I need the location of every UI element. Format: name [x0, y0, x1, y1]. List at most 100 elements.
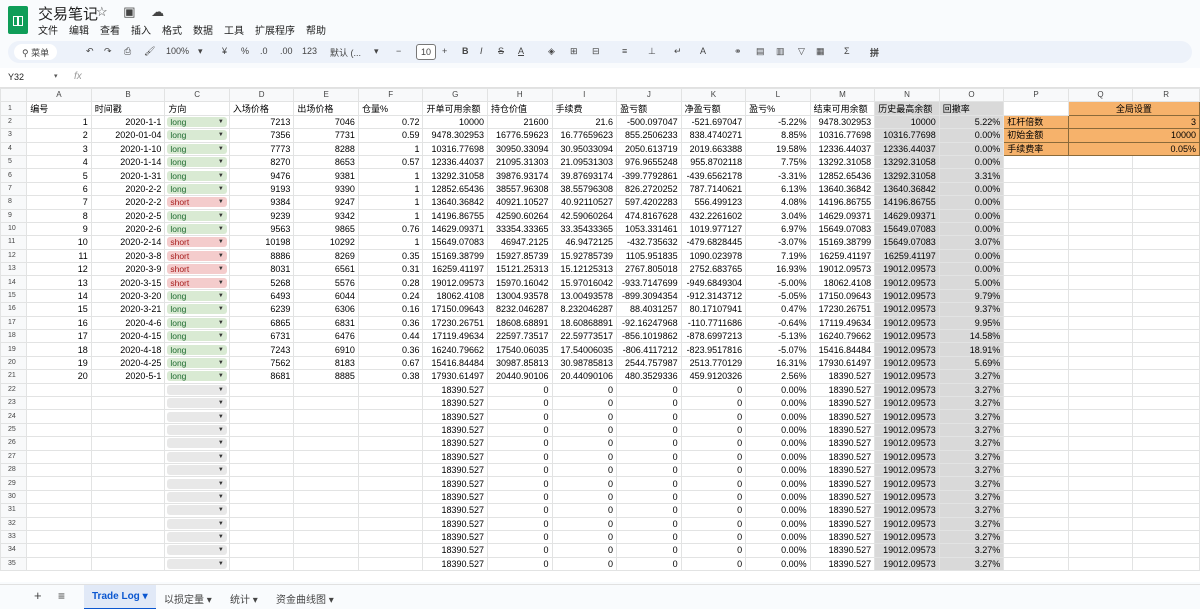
cell[interactable]: short ▼ — [164, 262, 230, 277]
cell[interactable] — [1003, 489, 1069, 505]
cell[interactable]: ▼ — [164, 529, 230, 545]
cell[interactable]: 18390.527 — [809, 436, 876, 451]
cell[interactable] — [1003, 221, 1069, 237]
cell[interactable]: 0.00% — [745, 449, 811, 464]
cell[interactable]: 19012.09573 — [874, 422, 940, 438]
cell[interactable] — [1132, 181, 1200, 197]
cell[interactable]: 0 — [616, 409, 682, 424]
cell[interactable]: 13640.36842 — [874, 181, 940, 197]
cell[interactable]: 9.37% — [938, 302, 1005, 317]
row-header[interactable]: 12 — [0, 248, 28, 264]
header-cell[interactable]: 历史最高余额 — [874, 101, 940, 116]
row-header[interactable]: 16 — [0, 302, 28, 317]
cell[interactable] — [1003, 436, 1069, 451]
dropdown-arrow-icon[interactable]: ▼ — [218, 264, 224, 274]
cell[interactable]: short ▼ — [164, 275, 230, 290]
header-cell[interactable]: 手续费 — [551, 101, 618, 116]
cell[interactable] — [357, 436, 424, 451]
direction-dropdown[interactable]: long ▼ — [167, 331, 227, 342]
direction-dropdown[interactable]: long ▼ — [167, 143, 227, 154]
cell[interactable]: 3.27% — [938, 529, 1005, 545]
cell[interactable] — [1003, 101, 1069, 116]
cell[interactable] — [1132, 449, 1200, 464]
cell[interactable]: 19012.09573 — [874, 556, 940, 572]
cell[interactable]: 0.00% — [745, 556, 811, 572]
select-all-corner[interactable] — [0, 88, 28, 103]
cell[interactable]: 0.67 — [357, 355, 424, 371]
cell[interactable]: 8.85% — [745, 128, 811, 143]
cell[interactable]: 19012.09573 — [874, 503, 940, 518]
dropdown-arrow-icon[interactable]: ▼ — [218, 331, 224, 341]
cell[interactable]: 18390.527 — [809, 382, 876, 397]
cell[interactable]: 17150.09643 — [809, 288, 876, 304]
direction-dropdown[interactable]: short ▼ — [167, 197, 227, 208]
cell[interactable] — [1003, 503, 1069, 518]
cell[interactable]: long ▼ — [164, 315, 230, 331]
cell[interactable]: 12852.65436 — [422, 181, 488, 197]
cell[interactable]: 0.00% — [938, 208, 1005, 223]
cell[interactable] — [228, 543, 295, 558]
cell[interactable]: 0 — [551, 529, 618, 545]
cell[interactable]: 18390.527 — [809, 409, 876, 424]
cell[interactable] — [1067, 409, 1134, 424]
column-header[interactable]: N — [874, 88, 940, 103]
cell[interactable]: 10000 — [422, 114, 488, 130]
direction-dropdown[interactable]: long ▼ — [167, 344, 227, 355]
cell[interactable] — [1132, 315, 1200, 331]
cell[interactable]: 0.28 — [357, 275, 424, 290]
italic-button[interactable]: I — [480, 46, 483, 56]
cell[interactable]: 0.00% — [938, 141, 1005, 156]
direction-dropdown[interactable]: long ▼ — [167, 170, 227, 181]
cell[interactable] — [357, 409, 424, 424]
cell[interactable] — [1003, 315, 1069, 331]
cell[interactable] — [357, 462, 424, 478]
dropdown-arrow-icon[interactable]: ▼ — [218, 532, 224, 542]
cell[interactable] — [293, 503, 359, 518]
cell[interactable]: 6239 — [228, 302, 295, 317]
cell[interactable]: 33354.33365 — [487, 221, 553, 237]
cell[interactable] — [357, 449, 424, 464]
setting-label[interactable]: 手续费率 — [1003, 141, 1069, 156]
cell[interactable]: 16240.79662 — [422, 342, 488, 357]
merge-cells-icon[interactable]: ⊟ — [592, 46, 600, 57]
cell[interactable]: 8886 — [228, 248, 295, 264]
cell[interactable]: 18390.527 — [422, 543, 488, 558]
cell[interactable]: 17230.26751 — [422, 315, 488, 331]
cell[interactable] — [228, 516, 295, 531]
cell[interactable] — [26, 516, 92, 531]
cell[interactable]: 3.27% — [938, 556, 1005, 572]
cell[interactable]: 8183 — [293, 355, 359, 371]
fill-color-icon[interactable]: ◈ — [548, 46, 555, 57]
cell[interactable]: 13292.31058 — [874, 168, 940, 183]
cell[interactable] — [228, 395, 295, 411]
cell[interactable]: 0 — [487, 556, 553, 572]
cell[interactable] — [1132, 543, 1200, 558]
cell[interactable] — [1132, 436, 1200, 451]
print-icon[interactable]: ⎙ — [124, 46, 131, 57]
cell[interactable]: 0 — [680, 556, 747, 572]
direction-dropdown[interactable]: long ▼ — [167, 304, 227, 315]
dropdown-arrow-icon[interactable]: ▼ — [218, 385, 224, 395]
cell[interactable]: 0 — [616, 503, 682, 518]
cell[interactable]: 14196.86755 — [422, 208, 488, 223]
dropdown-arrow-icon[interactable]: ▼ — [218, 345, 224, 355]
cell[interactable] — [1132, 329, 1200, 344]
dropdown-arrow-icon[interactable]: ▼ — [218, 251, 224, 261]
cell[interactable]: 13 — [26, 275, 92, 290]
cell[interactable]: -5.00% — [745, 275, 811, 290]
cell[interactable]: -856.1019862 — [616, 329, 682, 344]
cell[interactable]: 19012.09573 — [874, 315, 940, 331]
font-size-increase-icon[interactable]: + — [442, 46, 447, 56]
cell[interactable]: 2020-1-14 — [90, 154, 166, 170]
dropdown-arrow-icon[interactable]: ▼ — [218, 425, 224, 435]
cell[interactable] — [1003, 382, 1069, 397]
cell[interactable]: 838.4740271 — [680, 128, 747, 143]
cell[interactable]: long ▼ — [164, 329, 230, 344]
cell[interactable]: 18390.527 — [809, 476, 876, 491]
cell[interactable]: ▼ — [164, 556, 230, 572]
cell[interactable]: 4.08% — [745, 195, 811, 210]
cell[interactable]: 5.69% — [938, 355, 1005, 371]
cell[interactable]: 19012.09573 — [422, 275, 488, 290]
cell[interactable]: 0 — [551, 449, 618, 464]
cell[interactable]: 0.76 — [357, 221, 424, 237]
